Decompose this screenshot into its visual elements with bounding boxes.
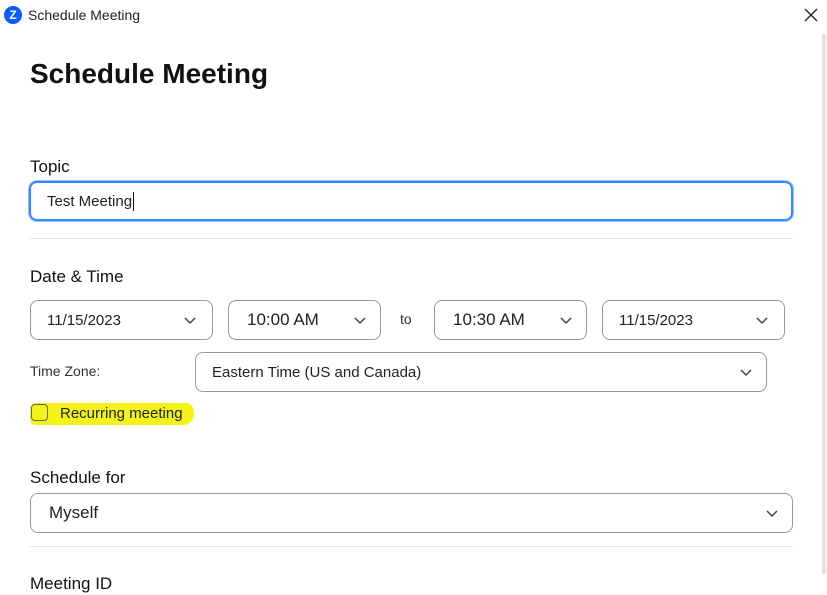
text-caret bbox=[133, 191, 135, 211]
topic-label: Topic bbox=[30, 157, 70, 176]
chevron-down-icon bbox=[354, 317, 366, 325]
recurring-meeting-checkbox[interactable] bbox=[31, 404, 48, 421]
page-title: Schedule Meeting bbox=[30, 58, 269, 89]
chevron-down-icon bbox=[766, 510, 778, 518]
divider bbox=[30, 546, 793, 547]
schedule-for-value: Myself bbox=[49, 503, 99, 522]
end-date-dropdown[interactable]: 11/15/2023 bbox=[602, 300, 785, 340]
time-zone-dropdown[interactable]: Eastern Time (US and Canada) bbox=[195, 352, 767, 392]
close-icon bbox=[804, 8, 818, 22]
chevron-down-icon bbox=[740, 369, 752, 377]
start-date-dropdown[interactable]: 11/15/2023 bbox=[30, 300, 213, 340]
chevron-down-icon bbox=[560, 317, 572, 325]
time-zone-value: Eastern Time (US and Canada) bbox=[212, 363, 422, 381]
end-time-dropdown[interactable]: 10:30 AM bbox=[434, 300, 587, 340]
start-time-value: 10:00 AM bbox=[247, 310, 319, 329]
end-date-value: 11/15/2023 bbox=[619, 311, 693, 329]
topic-input-value: Test Meeting bbox=[47, 192, 133, 210]
topic-input[interactable]: Test Meeting bbox=[29, 181, 793, 221]
chevron-down-icon bbox=[756, 317, 768, 325]
divider bbox=[30, 238, 793, 239]
scrollbar[interactable] bbox=[822, 34, 826, 574]
start-date-value: 11/15/2023 bbox=[47, 311, 121, 329]
zoom-logo-icon: Z bbox=[4, 6, 22, 24]
end-time-value: 10:30 AM bbox=[453, 310, 525, 329]
time-zone-label: Time Zone: bbox=[30, 363, 101, 379]
close-button[interactable] bbox=[800, 4, 822, 26]
start-time-dropdown[interactable]: 10:00 AM bbox=[228, 300, 381, 340]
schedule-for-dropdown[interactable]: Myself bbox=[30, 493, 793, 533]
title-bar: Z Schedule Meeting bbox=[0, 0, 827, 30]
date-time-label: Date & Time bbox=[30, 267, 124, 286]
window-title: Schedule Meeting bbox=[28, 7, 141, 23]
meeting-id-label: Meeting ID bbox=[30, 574, 113, 593]
recurring-meeting-option[interactable]: Recurring meeting bbox=[30, 402, 194, 425]
chevron-down-icon bbox=[184, 317, 196, 325]
schedule-for-label: Schedule for bbox=[30, 468, 126, 487]
to-label: to bbox=[400, 311, 412, 327]
recurring-meeting-label: Recurring meeting bbox=[60, 405, 183, 422]
